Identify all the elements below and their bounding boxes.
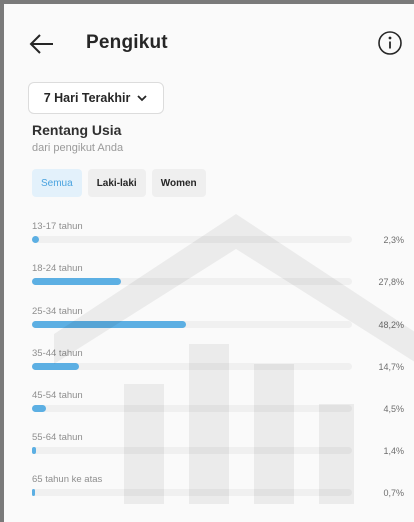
arrow-left-icon[interactable] (28, 30, 56, 58)
section-title: Rentang Usia (32, 122, 122, 138)
age-label: 18-24 tahun (32, 263, 83, 274)
age-row: 18-24 tahun 27,8% (4, 263, 414, 303)
age-value: 14,7% (378, 362, 404, 372)
phone-screen: Pengikut 7 Hari Terakhir Rentang Usia da… (4, 4, 414, 522)
date-range-label: 7 Hari Terakhir (43, 91, 131, 105)
age-value: 1,4% (383, 446, 404, 456)
page-title: Pengikut (86, 32, 168, 53)
gender-filter-chips: Semua Laki-laki Women (32, 169, 206, 197)
age-value: 2,3% (383, 235, 404, 245)
age-row: 65 tahun ke atas 0,7% (4, 474, 414, 514)
age-bar (32, 278, 121, 285)
chevron-down-icon (137, 95, 147, 102)
chip-all[interactable]: Semua (32, 169, 82, 197)
age-bar (32, 321, 187, 328)
age-bar (32, 489, 35, 496)
bar-track (32, 363, 352, 370)
age-bar (32, 363, 80, 370)
age-label: 35-44 tahun (32, 348, 83, 359)
chip-women[interactable]: Women (151, 169, 206, 197)
age-label: 13-17 tahun (32, 221, 83, 232)
age-value: 27,8% (378, 277, 404, 287)
header: Pengikut (4, 4, 414, 84)
section-subtitle: dari pengikut Anda (32, 142, 124, 154)
age-bar (32, 405, 47, 412)
age-row: 25-34 tahun 48,2% (4, 306, 414, 346)
age-row: 45-54 tahun 4,5% (4, 390, 414, 430)
age-value: 4,5% (383, 404, 404, 414)
age-label: 55-64 tahun (32, 432, 83, 443)
bar-track (32, 405, 352, 412)
age-row: 13-17 tahun 2,3% (4, 221, 414, 261)
age-label: 45-54 tahun (32, 390, 83, 401)
info-icon[interactable] (376, 29, 404, 57)
age-label: 65 tahun ke atas (32, 474, 103, 485)
age-value: 0,7% (383, 488, 404, 498)
age-row: 55-64 tahun 1,4% (4, 432, 414, 472)
bar-track (32, 236, 352, 243)
age-label: 25-34 tahun (32, 306, 83, 317)
age-row: 35-44 tahun 14,7% (4, 348, 414, 388)
bar-track (32, 447, 352, 454)
bar-track (32, 489, 352, 496)
date-range-dropdown[interactable]: 7 Hari Terakhir (28, 82, 164, 114)
age-value: 48,2% (378, 320, 404, 330)
chip-male[interactable]: Laki-laki (87, 169, 146, 197)
